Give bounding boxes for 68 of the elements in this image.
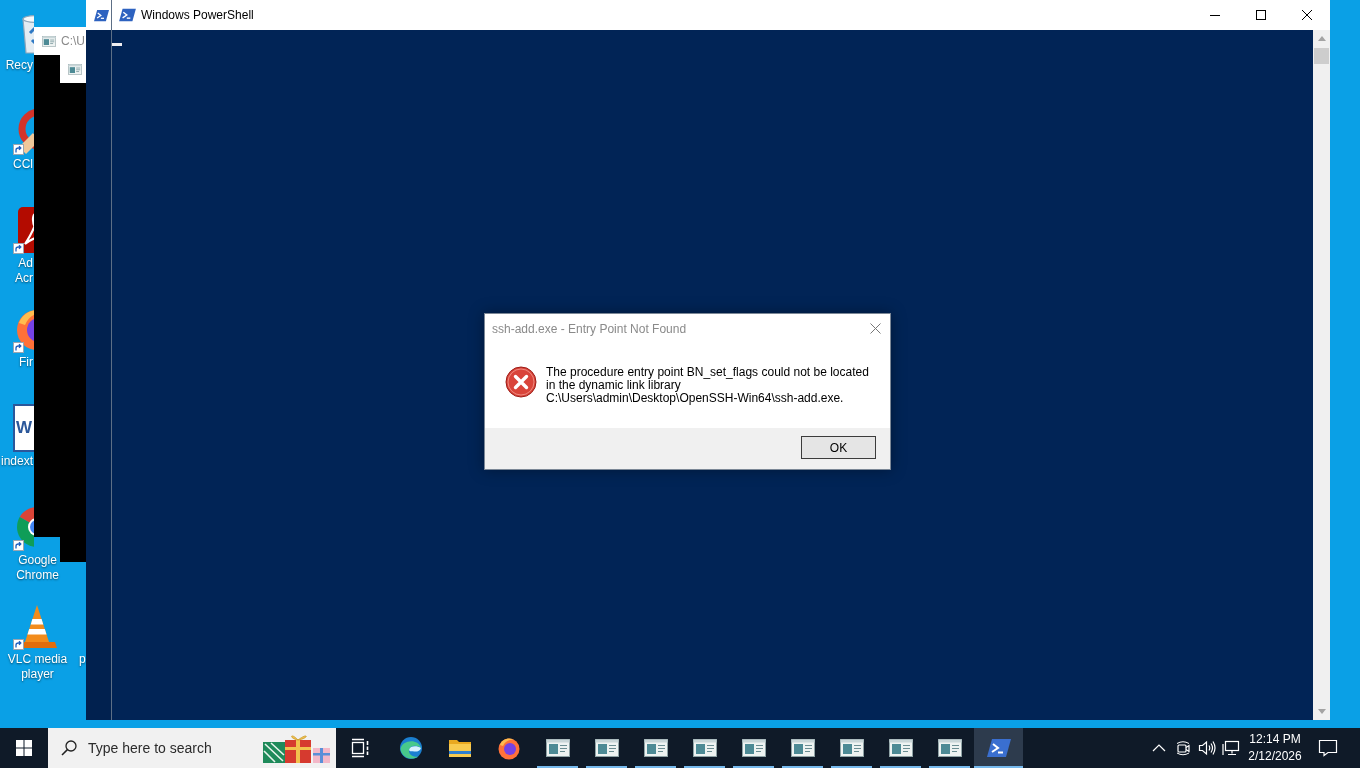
close-icon [869,323,881,334]
console-window-icon [692,739,717,757]
icon-label[interactable]: Google Chrome [0,553,75,583]
running-indicator [929,766,970,768]
maximize-icon [1256,10,1266,20]
console-window-icon [594,739,619,757]
icon-label[interactable]: indext [0,454,33,469]
video-camera-icon [1175,740,1191,756]
clock-date[interactable]: 2/12/2026 [1248,748,1302,765]
search-icon [61,740,77,756]
window-title: C:\U [61,34,85,48]
error-message: The procedure entry point BN_set_flags could not be located in the dynamic link library C:\Users\admin\Desktop\OpenSSH-Win64\ssh-add.exe. [546,366,870,405]
icon-label[interactable]: Recy [0,58,33,73]
icon-label[interactable]: Fir [0,355,33,370]
task-view-icon [351,738,371,758]
caret-up-icon [1317,36,1326,41]
error-icon [505,366,537,398]
console-window-icon [839,739,864,757]
icon-label[interactable]: VLC media player [0,652,75,682]
window-title-bar[interactable]: C:\U [34,27,86,55]
powershell-icon [119,8,136,22]
console-window-icon [545,739,570,757]
scrollbar[interactable] [1313,30,1330,720]
window-title-bar[interactable]: Windows PowerShell [112,0,1330,30]
edge-icon [398,736,423,760]
running-indicator [733,766,774,768]
icon-label[interactable]: Ad Acr [0,256,33,286]
ok-button[interactable]: OK [801,436,876,459]
running-indicator [586,766,627,768]
running-indicator [880,766,921,768]
window-title: Windows PowerShell [141,8,254,22]
scrollbar-thumb[interactable] [1314,48,1329,64]
console-window-icon [643,739,668,757]
caret-down-icon [1317,709,1326,714]
console-window-icon [888,739,913,757]
dialog-title: ssh-add.exe - Entry Point Not Found [491,321,688,336]
icon-label[interactable]: p [79,652,86,667]
running-indicator [782,766,823,768]
network-icon [1222,740,1240,756]
folder-icon [447,738,472,758]
running-indicator [831,766,872,768]
window-title-bar[interactable] [86,0,111,30]
chevron-up-icon [1152,744,1166,752]
windows-logo-icon [16,740,32,756]
word-logo[interactable]: W [13,404,34,452]
icon-label[interactable]: CCl [0,157,33,172]
search-field[interactable]: Type here to search [88,738,257,758]
powershell-icon [986,738,1011,758]
window-title-bar[interactable] [60,55,86,83]
search-bar[interactable]: Type here to search [48,728,336,768]
running-indicator [635,766,676,768]
close-icon [1302,10,1312,20]
running-indicator [974,766,1023,768]
console-window-icon [42,35,56,47]
console-window-icon [741,739,766,757]
brush-icon[interactable] [13,107,34,155]
running-indicator [537,766,578,768]
text-cursor-icon [112,43,122,46]
notifications-icon [1317,739,1338,757]
powershell-icon [94,8,109,22]
firefox-icon [496,736,521,760]
console-window-icon [937,739,962,757]
gift-boxes-icon [263,732,333,764]
running-indicator [684,766,725,768]
console-window-icon [790,739,815,757]
speaker-icon [1198,740,1216,756]
console-window-icon [68,63,82,75]
clock-time[interactable]: 12:14 PM [1249,731,1301,748]
